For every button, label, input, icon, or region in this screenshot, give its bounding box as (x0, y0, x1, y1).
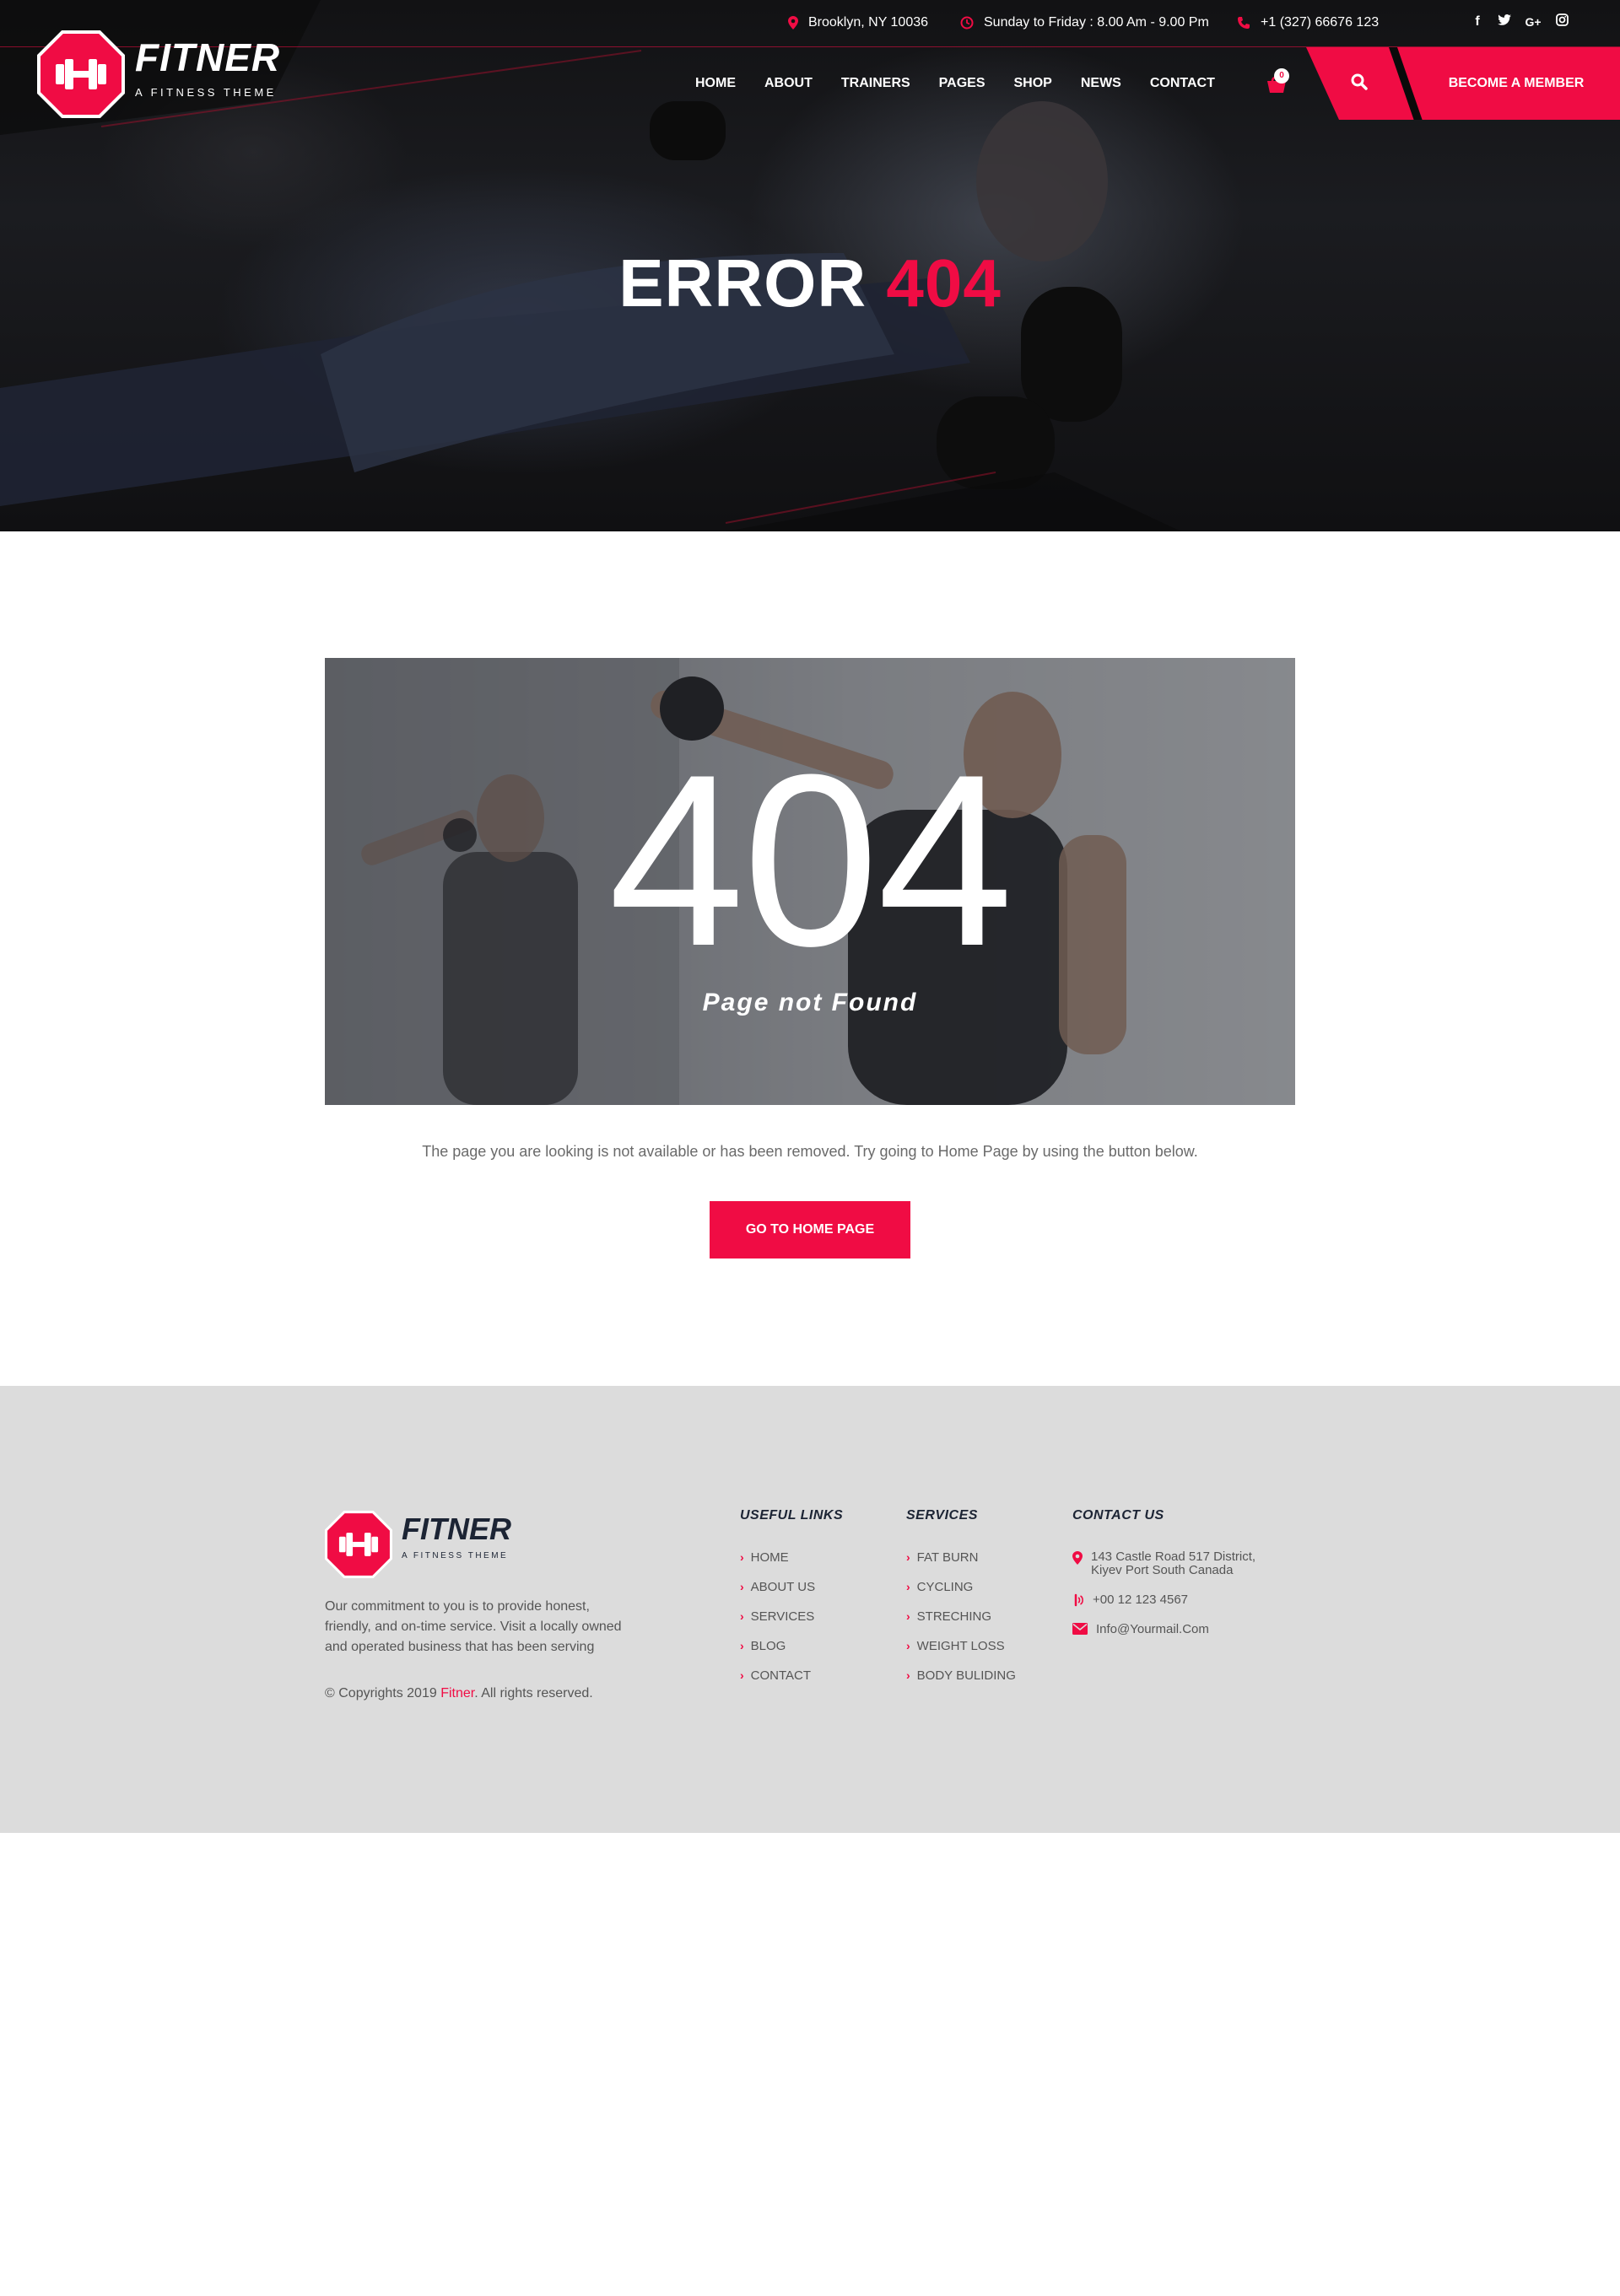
hours-text: Sunday to Friday : 8.00 Am - 9.00 Pm (984, 15, 1209, 30)
phone-icon (1074, 1593, 1083, 1607)
email-address: Info@Yourmail.Com (1096, 1622, 1209, 1636)
phone-number: +00 12 123 4567 (1093, 1593, 1189, 1607)
twitter-icon[interactable] (1497, 13, 1512, 30)
footer-link-label: SERVICES (750, 1609, 815, 1624)
brand-name: FITNER (135, 35, 281, 79)
site-footer: FITNER A FITNESS THEME Our commitment to… (0, 1386, 1620, 1833)
chevron-right-icon: › (740, 1550, 744, 1564)
search-icon (1351, 73, 1368, 90)
go-home-button[interactable]: GO TO HOME PAGE (710, 1201, 910, 1258)
footer-link-label: ABOUT US (750, 1580, 816, 1594)
nav-item-about[interactable]: ABOUT (764, 76, 813, 91)
error-message: The page you are looking is not availabl… (422, 1143, 1198, 1160)
main-nav: HOME ABOUT TRAINERS PAGES SHOP NEWS CONT… (695, 76, 1244, 91)
footer-link-contact[interactable]: › CONTACT (740, 1668, 843, 1698)
map-pin-icon (788, 16, 798, 30)
chevron-right-icon: › (740, 1639, 744, 1652)
copyright: © Copyrights 2019 Fitner. All rights res… (325, 1686, 593, 1701)
chevron-right-icon: › (906, 1668, 910, 1682)
contact-address: 143 Castle Road 517 District, Kiyev Port… (1072, 1550, 1256, 1577)
error-subtitle: Page not Found (702, 989, 918, 1016)
useful-links-heading: USEFUL LINKS (740, 1508, 844, 1523)
google-plus-icon[interactable]: G+ (1524, 15, 1542, 29)
nav-item-contact[interactable]: CONTACT (1150, 76, 1215, 91)
copyright-prefix: © Copyrights 2019 (325, 1686, 441, 1700)
page-title: ERROR 404 (0, 245, 1620, 322)
footer-brand[interactable]: FITNER A FITNESS THEME (402, 1512, 511, 1561)
error-image-box: 404 Page not Found (325, 658, 1295, 1105)
become-member-button[interactable]: BECOME A MEMBER (1384, 47, 1620, 120)
chevron-right-icon: › (740, 1580, 744, 1593)
location-text: Brooklyn, NY 10036 (808, 15, 929, 30)
chevron-right-icon: › (740, 1609, 744, 1623)
service-link-label: WEIGHT LOSS (916, 1639, 1005, 1653)
clock-icon (960, 16, 974, 30)
dumbbell-logo-icon[interactable] (37, 30, 125, 118)
address-line-2: Kiyev Port South Canada (1091, 1563, 1234, 1577)
nav-item-pages[interactable]: PAGES (939, 76, 986, 91)
page-title-accent: 404 (886, 245, 1002, 321)
service-link-fat-burn[interactable]: › FAT BURN (906, 1550, 1016, 1580)
phone-icon (1238, 17, 1250, 29)
address-line-1: 143 Castle Road 517 District, (1091, 1550, 1256, 1564)
brand-block[interactable]: FITNER A FITNESS THEME (135, 35, 280, 99)
nav-item-home[interactable]: HOME (695, 76, 736, 91)
address-text: 143 Castle Road 517 District, Kiyev Port… (1091, 1550, 1256, 1577)
services-column: SERVICES › FAT BURN › CYCLING › STRECHING ›… (906, 1508, 1016, 1698)
cart-count-badge: 0 (1274, 68, 1289, 84)
footer-link-home[interactable]: › HOME (740, 1550, 843, 1580)
instagram-icon[interactable] (1554, 13, 1569, 30)
chevron-right-icon: › (906, 1639, 910, 1652)
footer-link-blog[interactable]: › BLOG (740, 1639, 843, 1668)
footer-link-label: CONTACT (750, 1668, 812, 1683)
services-heading: SERVICES (906, 1508, 978, 1523)
contact-phone[interactable]: +00 12 123 4567 (1072, 1593, 1256, 1607)
service-link-label: BODY BULIDING (916, 1668, 1016, 1683)
mail-icon (1072, 1623, 1088, 1635)
phone-info: +1 (327) 66676 123 (1237, 15, 1379, 30)
nav-item-shop[interactable]: SHOP (1014, 76, 1052, 91)
service-link-weight-loss[interactable]: › WEIGHT LOSS (906, 1639, 1016, 1668)
chevron-right-icon: › (906, 1609, 910, 1623)
footer-link-label: HOME (750, 1550, 789, 1565)
footer-link-about[interactable]: › ABOUT US (740, 1580, 843, 1609)
service-link-label: STRECHING (916, 1609, 992, 1624)
footer-brand-name: FITNER (402, 1512, 511, 1546)
page-title-main: ERROR (618, 245, 867, 321)
hours-info: Sunday to Friday : 8.00 Am - 9.00 Pm (960, 15, 1209, 30)
copyright-suffix: . All rights reserved. (474, 1686, 593, 1700)
facebook-icon[interactable]: f (1470, 14, 1485, 30)
chevron-right-icon: › (906, 1550, 910, 1564)
service-link-body-building[interactable]: › BODY BULIDING (906, 1668, 1016, 1698)
nav-item-news[interactable]: NEWS (1081, 76, 1121, 91)
brand-tagline: A FITNESS THEME (135, 86, 277, 99)
map-pin-icon (1072, 1551, 1083, 1565)
dumbbell-logo-icon[interactable] (325, 1511, 392, 1578)
copyright-brand-link[interactable]: Fitner (440, 1686, 474, 1700)
contact-heading: CONTACT US (1072, 1508, 1164, 1523)
service-link-cycling[interactable]: › CYCLING (906, 1580, 1016, 1609)
nav-item-trainers[interactable]: TRAINERS (841, 76, 910, 91)
social-links: f G+ (1470, 13, 1569, 30)
service-link-streching[interactable]: › STRECHING (906, 1609, 1016, 1639)
useful-links-column: USEFUL LINKS › HOME › ABOUT US › SERVICES ›… (740, 1508, 843, 1698)
contact-column: CONTACT US 143 Castle Road 517 District,… (1072, 1508, 1256, 1652)
phone-text: +1 (327) 66676 123 (1261, 15, 1380, 30)
contact-email[interactable]: Info@Yourmail.Com (1072, 1622, 1256, 1636)
footer-link-label: BLOG (750, 1639, 786, 1653)
service-link-label: CYCLING (916, 1580, 974, 1594)
chevron-right-icon: › (740, 1668, 744, 1682)
footer-brand-tagline: A FITNESS THEME (402, 1551, 509, 1560)
error-code: 404 (608, 724, 1013, 997)
chevron-right-icon: › (906, 1580, 910, 1593)
service-link-label: FAT BURN (916, 1550, 979, 1565)
hero-banner: Brooklyn, NY 10036 Sunday to Friday : 8.… (0, 0, 1620, 531)
footer-link-services[interactable]: › SERVICES (740, 1609, 843, 1639)
footer-about-text: Our commitment to you is to provide hone… (325, 1599, 622, 1654)
location-info: Brooklyn, NY 10036 (788, 15, 928, 30)
